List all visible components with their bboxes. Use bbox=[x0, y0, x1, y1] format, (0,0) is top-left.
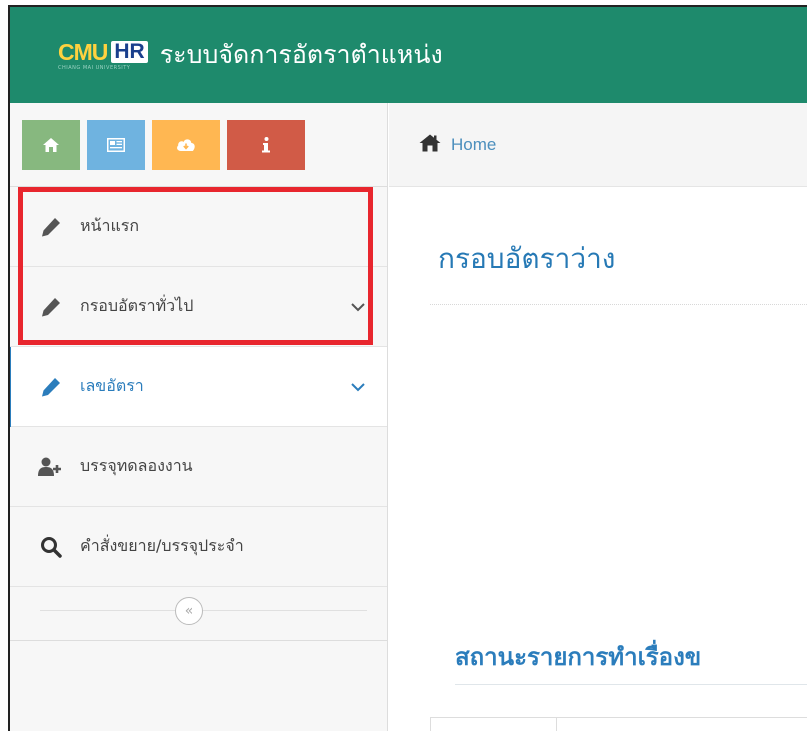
divider bbox=[455, 684, 807, 685]
divider bbox=[430, 304, 807, 305]
sidebar-item-label: คำสั่งขยาย/บรรจุประจำ bbox=[80, 536, 244, 555]
top-navbar: CMU HR CHIANG MAI UNIVERSITY ระบบจัดการอ… bbox=[10, 7, 807, 103]
logo-subtitle: CHIANG MAI UNIVERSITY bbox=[58, 64, 131, 71]
home-icon bbox=[419, 134, 441, 156]
user-plus-icon bbox=[36, 452, 66, 482]
sidebar-item-extension-order[interactable]: คำสั่งขยาย/บรรจุประจำ bbox=[10, 507, 387, 587]
sidebar-item-label: หน้าแรก bbox=[80, 216, 140, 235]
section-title: สถานะรายการทำเรื่องข bbox=[455, 643, 702, 671]
breadcrumb-home-link[interactable]: Home bbox=[451, 135, 496, 155]
status-table bbox=[430, 717, 807, 731]
shortcut-home-button[interactable] bbox=[22, 119, 80, 170]
breadcrumb: Home bbox=[389, 103, 807, 187]
sidebar-collapse-button[interactable]: « bbox=[175, 597, 203, 625]
app-title[interactable]: ระบบจัดการอัตราตำแหน่ง bbox=[160, 35, 443, 75]
sidebar-item-general-framework[interactable]: กรอบอัตราทั่วไป bbox=[10, 267, 387, 347]
sidebar-collapse-row: « bbox=[10, 587, 387, 641]
sidebar-item-label: เลขอัตรา bbox=[80, 376, 144, 395]
info-icon bbox=[262, 136, 270, 152]
pencil-icon bbox=[36, 292, 66, 322]
sidebar: หน้าแรก กรอบอัตราทั่วไป เลขอัตรา บรรจุทด… bbox=[10, 103, 388, 731]
shortcut-news-button[interactable] bbox=[87, 119, 145, 170]
sidebar-item-label: กรอบอัตราทั่วไป bbox=[80, 296, 194, 315]
search-icon bbox=[36, 532, 66, 562]
shortcut-info-button[interactable] bbox=[227, 119, 305, 170]
sidebar-item-position-number[interactable]: เลขอัตรา bbox=[10, 347, 387, 427]
sidebar-shortcuts bbox=[10, 103, 387, 187]
cloud-download-icon bbox=[177, 138, 195, 151]
sidebar-item-probation[interactable]: บรรจุทดลองงาน bbox=[10, 427, 387, 507]
home-icon bbox=[43, 137, 59, 152]
logo-hr-text: HR bbox=[111, 40, 148, 63]
app-window: CMU HR CHIANG MAI UNIVERSITY ระบบจัดการอ… bbox=[8, 5, 807, 731]
table-column-divider bbox=[556, 717, 557, 731]
chevron-down-icon[interactable] bbox=[351, 377, 365, 396]
newspaper-icon bbox=[107, 137, 125, 152]
sidebar-item-label: บรรจุทดลองงาน bbox=[80, 456, 193, 475]
sidebar-item-home[interactable]: หน้าแรก bbox=[10, 187, 387, 267]
divider bbox=[40, 610, 367, 611]
cmu-hr-logo[interactable]: CMU HR CHIANG MAI UNIVERSITY bbox=[58, 40, 148, 71]
pencil-icon bbox=[36, 372, 66, 402]
logo-cmu-text: CMU bbox=[58, 38, 108, 65]
page-title: กรอบอัตราว่าง bbox=[438, 242, 616, 275]
pencil-icon bbox=[36, 212, 66, 242]
shortcut-download-button[interactable] bbox=[152, 119, 220, 170]
chevron-down-icon[interactable] bbox=[351, 297, 365, 316]
active-indicator bbox=[10, 347, 11, 427]
